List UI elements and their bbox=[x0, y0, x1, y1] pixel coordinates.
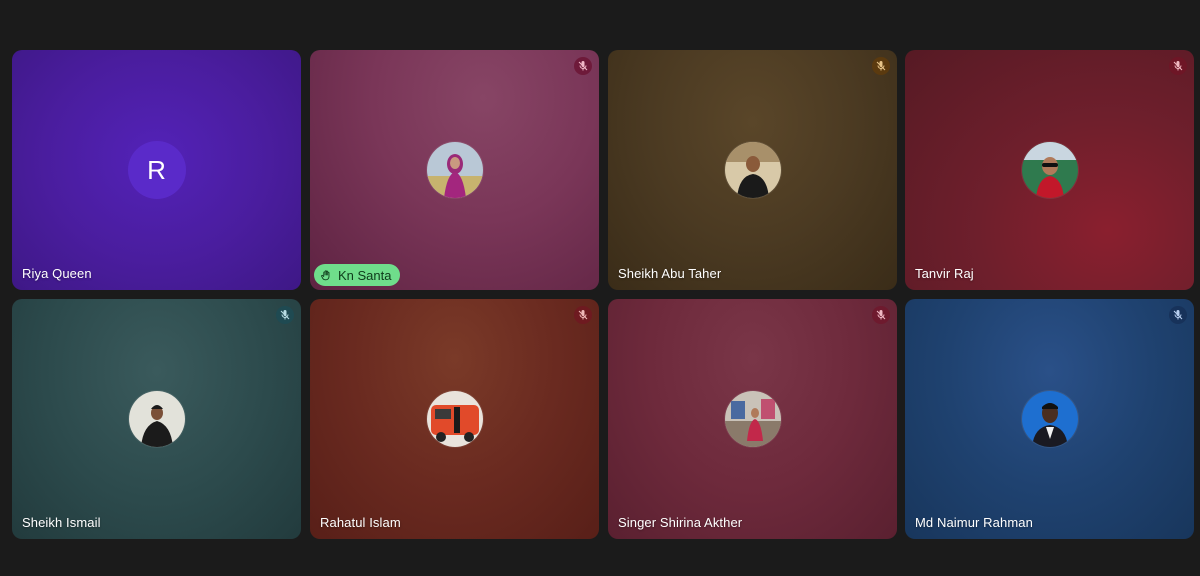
participant-tile[interactable]: R Riya Queen bbox=[12, 50, 301, 290]
profile-photo-icon bbox=[1021, 391, 1078, 447]
participant-name: Riya Queen bbox=[22, 266, 92, 281]
participant-name: Kn Santa bbox=[338, 267, 392, 283]
avatar bbox=[724, 391, 781, 447]
avatar bbox=[1021, 391, 1078, 447]
mic-off-icon bbox=[1169, 57, 1187, 75]
avatar bbox=[426, 391, 483, 447]
participant-name: Sheikh Abu Taher bbox=[618, 266, 722, 281]
mic-off-icon bbox=[574, 306, 592, 324]
avatar-initial: R bbox=[147, 154, 166, 185]
profile-photo-icon bbox=[128, 391, 185, 447]
profile-photo-icon bbox=[426, 391, 483, 447]
profile-photo-icon bbox=[724, 142, 781, 198]
avatar bbox=[128, 391, 185, 447]
participant-name: Rahatul Islam bbox=[320, 515, 401, 530]
profile-photo-icon bbox=[724, 391, 781, 447]
participant-tile[interactable]: Sheikh Ismail bbox=[12, 299, 301, 539]
mic-off-icon bbox=[872, 306, 890, 324]
mic-off-icon bbox=[1169, 306, 1187, 324]
profile-photo-icon bbox=[1021, 142, 1078, 198]
participant-tile[interactable]: Singer Shirina Akther bbox=[608, 299, 897, 539]
mic-off-icon bbox=[276, 306, 294, 324]
participant-tile[interactable]: Sheikh Abu Taher bbox=[608, 50, 897, 290]
avatar bbox=[724, 142, 781, 198]
raised-hand-badge: Kn Santa bbox=[314, 264, 400, 286]
participant-tile[interactable]: Md Naimur Rahman bbox=[905, 299, 1194, 539]
avatar bbox=[1021, 142, 1078, 198]
participant-name: Sheikh Ismail bbox=[22, 515, 101, 530]
participant-tile[interactable]: Kn Santa bbox=[310, 50, 599, 290]
participant-tile[interactable]: Tanvir Raj bbox=[905, 50, 1194, 290]
mic-off-icon bbox=[574, 57, 592, 75]
participant-name: Tanvir Raj bbox=[915, 266, 974, 281]
raise-hand-icon bbox=[321, 269, 330, 280]
participant-grid: R Riya Queen Kn Santa Sheikh Abu Taher T… bbox=[12, 50, 1194, 540]
participant-name: Singer Shirina Akther bbox=[618, 515, 743, 530]
avatar bbox=[426, 142, 483, 198]
participant-tile[interactable]: Rahatul Islam bbox=[310, 299, 599, 539]
participant-name: Md Naimur Rahman bbox=[915, 515, 1033, 530]
mic-off-icon bbox=[872, 57, 890, 75]
meeting-stage: R Riya Queen Kn Santa Sheikh Abu Taher T… bbox=[0, 0, 1200, 576]
profile-photo-icon bbox=[426, 142, 483, 198]
avatar: R bbox=[127, 141, 186, 199]
